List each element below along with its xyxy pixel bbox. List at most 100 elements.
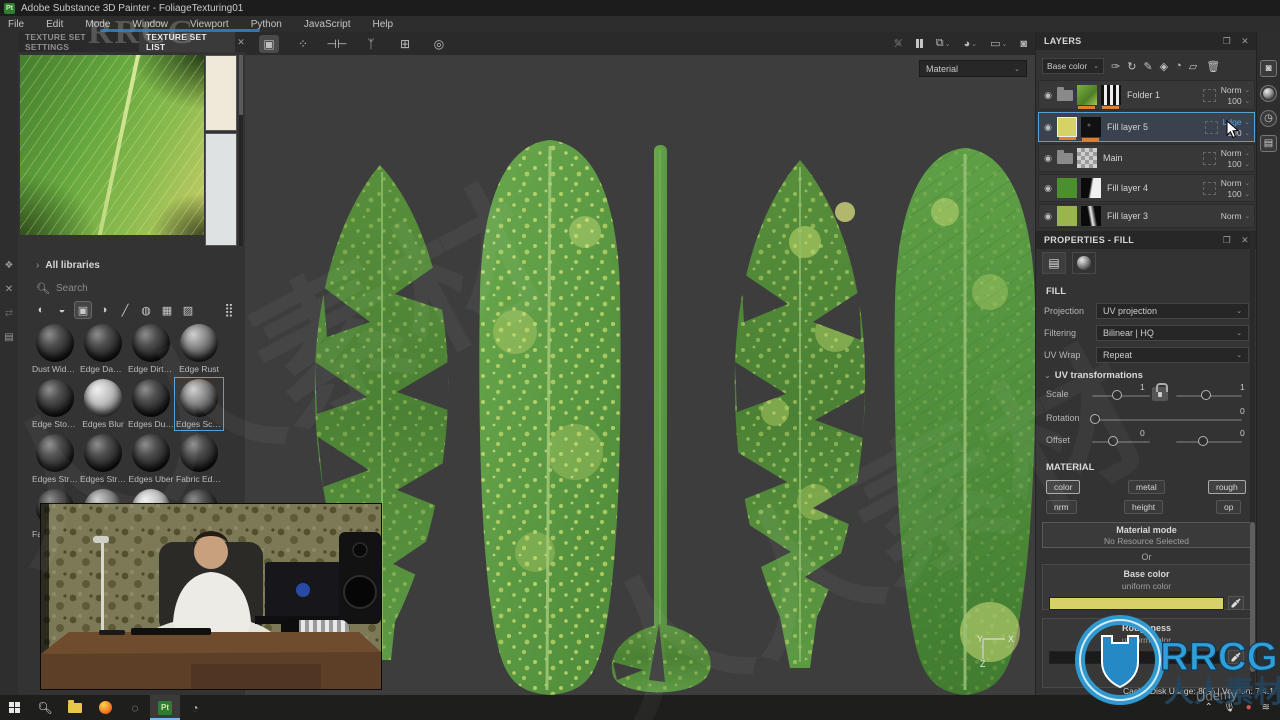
add-view-icon[interactable]: ⊞ — [395, 35, 415, 53]
add-folder-icon[interactable]: ▱ — [1189, 60, 1197, 73]
library-header[interactable]: › All libraries — [36, 260, 100, 271]
close-dock-icon[interactable]: ✕ — [2, 282, 16, 296]
asset-item[interactable]: Fabric Edg... — [176, 434, 222, 484]
display-settings-icon[interactable] — [1260, 85, 1277, 102]
swap-dock-icon[interactable]: ⇄ — [2, 306, 16, 320]
mask-link-box[interactable] — [1204, 120, 1218, 134]
asset-item[interactable]: Edge Rust — [176, 324, 222, 374]
tab-texture-set-list[interactable]: TEXTURE SET LIST — [139, 32, 236, 52]
channel-preview-swatch-cream[interactable] — [205, 55, 237, 131]
mask-dock-icon[interactable]: ❖ — [2, 258, 16, 272]
start-button[interactable] — [0, 695, 30, 720]
pivot-icon[interactable]: ◎ — [429, 35, 449, 53]
asset-item-selected[interactable]: Edges Scra... — [174, 377, 224, 431]
delete-layer-icon[interactable]: 🗑︎ — [1206, 60, 1220, 73]
shader-sphere-icon[interactable]: ◕ ⌄ — [964, 38, 978, 50]
filter-textures-icon[interactable]: ▨ — [179, 301, 197, 319]
asset-item[interactable]: Edges Dusty — [128, 379, 174, 429]
grid-size-icon[interactable]: ⣿ — [220, 301, 238, 319]
layer-row-fill5-selected[interactable]: ◉ Fill layer 5 Ldge ⌄ 100 ⌄ — [1038, 112, 1255, 142]
menu-viewport[interactable]: Viewport — [190, 19, 229, 30]
tray-chevron-icon[interactable]: ⌃ — [1204, 702, 1212, 713]
sphere-preview-tab[interactable] — [1072, 252, 1096, 274]
search-input[interactable]: 🔍︎ Search — [36, 280, 232, 296]
transform-tool-icon[interactable]: ▣ — [259, 34, 279, 53]
history-clock-icon[interactable]: ◷ — [1260, 110, 1277, 127]
asset-item[interactable]: Dust Wide ... — [32, 324, 78, 374]
layer-row-folder1[interactable]: ◉ Folder 1 Norm ⌄ 100 ⌄ — [1038, 80, 1255, 110]
rotation-knob[interactable] — [1090, 414, 1100, 424]
material-mode-button[interactable]: Material mode No Resource Selected — [1042, 522, 1251, 548]
mask-link-box[interactable] — [1202, 88, 1216, 102]
screenshot-dock-icon[interactable]: ◙ — [1260, 60, 1277, 77]
base-color-swatch[interactable] — [1049, 596, 1224, 610]
mask-link-box[interactable] — [1202, 181, 1216, 195]
visibility-eye-icon[interactable]: ◉ — [1039, 153, 1057, 164]
roughness-block[interactable]: Roughness uniform color — [1042, 618, 1251, 688]
offset-knob-1[interactable] — [1108, 436, 1118, 446]
asset-item[interactable]: Edges Blur — [80, 379, 126, 429]
taskbar-explorer-icon[interactable] — [60, 695, 90, 720]
filter-brushes-icon[interactable]: ╱ — [116, 301, 134, 319]
projection-dropdown[interactable]: UV projection ⌄ — [1096, 303, 1249, 319]
asset-item[interactable]: Edges Stro... — [32, 434, 78, 484]
layer-row-fill3[interactable]: ◉ Fill layer 3 Norm ⌄ — [1038, 204, 1255, 228]
scale-knob-2[interactable] — [1201, 390, 1211, 400]
scale-knob-1[interactable] — [1112, 390, 1122, 400]
asset-item[interactable]: Edge Dirty ... — [128, 324, 174, 374]
taskbar-painter-icon[interactable]: Pt — [150, 695, 180, 720]
filter-materials-icon[interactable]: ◐ — [32, 301, 50, 319]
roughness-swatch[interactable] — [1049, 650, 1224, 664]
eyedropper-icon[interactable] — [1228, 596, 1244, 610]
eyedropper-icon[interactable] — [1228, 650, 1244, 664]
texture-list-icon[interactable]: ▤ — [1260, 135, 1277, 152]
add-fill-layer-icon[interactable]: ◈ — [1160, 60, 1168, 73]
filter-smart-materials-icon[interactable]: ◒ — [53, 301, 71, 319]
mask-link-box[interactable] — [1202, 151, 1216, 165]
filtering-dropdown[interactable]: Bilinear | HQ ⌄ — [1096, 325, 1249, 341]
menu-javascript[interactable]: JavaScript — [304, 19, 351, 30]
close-panel-icon[interactable]: ✕ — [1241, 235, 1249, 246]
tab-close-icon[interactable]: ✕ — [237, 37, 245, 48]
visibility-eye-icon[interactable]: ◉ — [1039, 211, 1057, 222]
blend-mode-dropdown[interactable]: Norm ⌄ — [1221, 148, 1250, 158]
filter-filters-icon[interactable]: ◑ — [95, 301, 113, 319]
pause-icon[interactable] — [915, 39, 923, 48]
channel-color-button[interactable]: color — [1046, 480, 1081, 494]
channel-op-button[interactable]: op — [1216, 500, 1242, 514]
mirror-icon[interactable]: ⊣⊢ — [327, 35, 348, 53]
blend-mode-dropdown[interactable]: Norm ⌄ — [1221, 211, 1250, 221]
opacity-dropdown[interactable]: 100 ⌄ — [1227, 96, 1250, 106]
menu-mode[interactable]: Mode — [85, 19, 110, 30]
opacity-dropdown[interactable]: 100 ⌄ — [1227, 159, 1250, 169]
viewmode-dropdown[interactable]: Material ⌄ — [919, 60, 1027, 77]
layer-row-main[interactable]: ◉ Main Norm ⌄ 100 ⌄ — [1038, 144, 1255, 172]
taskbar-app-icon[interactable]: ◌ — [120, 695, 150, 720]
taskbar-firefox-icon[interactable] — [90, 695, 120, 720]
camera-view-icon[interactable]: ▭ ⌄ — [990, 37, 1007, 50]
add-effect-icon[interactable]: ✑ — [1111, 60, 1120, 73]
blend-mode-dropdown[interactable]: Norm ⌄ — [1221, 85, 1250, 95]
channel-preview-swatch-gray[interactable] — [205, 133, 237, 246]
visibility-eye-icon[interactable]: ◉ — [1039, 183, 1057, 194]
filter-smart-masks-icon[interactable]: ▣ — [74, 301, 92, 319]
base-color-block[interactable]: Base color uniform color — [1042, 564, 1251, 610]
channel-rough-button[interactable]: rough — [1208, 480, 1246, 494]
taskbar-search-icon[interactable]: 🔍︎ — [30, 695, 60, 720]
add-paint-layer-icon[interactable]: ✎ — [1143, 60, 1152, 73]
asset-item[interactable]: Edge Dam... — [80, 324, 126, 374]
channel-metal-button[interactable]: metal — [1128, 480, 1165, 494]
notebook-dock-icon[interactable]: ▤ — [2, 330, 16, 344]
filter-alphas-icon[interactable]: ◍ — [137, 301, 155, 319]
brush-disabled-icon[interactable]: ✎̸ — [894, 37, 903, 50]
channel-height-button[interactable]: height — [1124, 500, 1164, 514]
menu-window[interactable]: Window — [132, 19, 168, 30]
tray-mic-icon[interactable]: 🎙︎ — [1223, 702, 1236, 713]
opacity-dropdown[interactable]: 100 ⌄ — [1227, 189, 1250, 199]
menu-file[interactable]: File — [8, 19, 24, 30]
grid-dots-icon[interactable]: ⁘ — [293, 35, 313, 53]
uvwrap-dropdown[interactable]: Repeat ⌄ — [1096, 347, 1249, 363]
lock-icon[interactable] — [1152, 383, 1168, 401]
uv-transformations-header[interactable]: ⌄ UV transformations — [1044, 370, 1143, 381]
tray-network-icon[interactable]: ≋ — [1262, 702, 1270, 713]
